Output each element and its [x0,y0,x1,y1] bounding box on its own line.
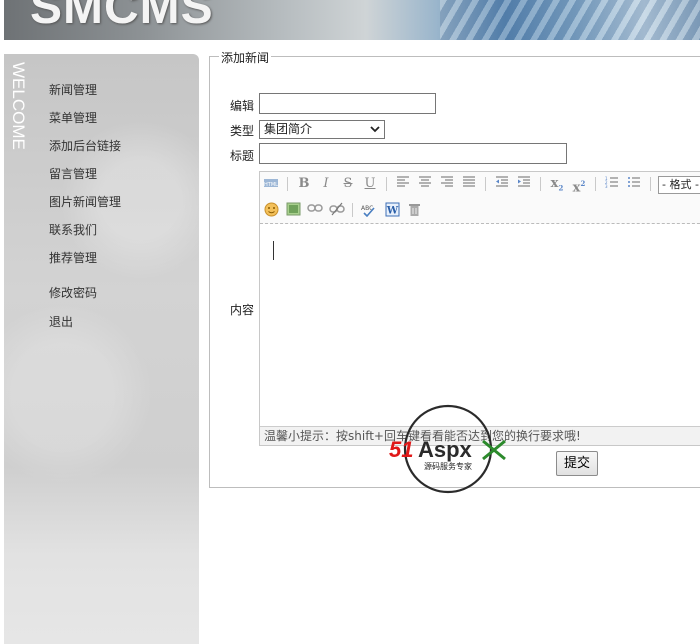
sidebar-item-photo-news[interactable]: 图片新闻管理 [49,193,121,210]
align-left-icon[interactable] [395,176,411,192]
source-icon[interactable]: HTML [263,176,279,192]
title-label: 标题 [230,149,255,163]
align-right-icon[interactable] [439,176,455,192]
bold-icon[interactable]: B [296,176,312,192]
delete-icon[interactable] [406,202,422,218]
indent-icon[interactable] [516,176,532,192]
header-banner: SMCMS [4,0,700,40]
toolbar-separator [485,177,486,191]
sidebar-item-contact[interactable]: 联系我们 [49,221,97,238]
toolbar-separator [386,177,387,191]
toolbar-separator [650,177,651,191]
sidebar-item-add-link[interactable]: 添加后台链接 [49,137,121,154]
type-select[interactable]: 集团简介 [259,120,385,139]
rich-text-editor: HTML B I S U x2 x2 1 2 3 - 格式 - ABC W 温馨… [259,171,700,446]
toolbar-separator [352,203,353,217]
editor-tip: 温馨小提示：按shift+回车键看看能否达到您的换行要求哦! [260,426,700,445]
toolbar-separator [540,177,541,191]
strikethrough-icon[interactable]: S [340,176,356,192]
emoticon-icon[interactable] [263,202,279,218]
spellcheck-icon[interactable]: ABC [360,202,376,218]
align-center-icon[interactable] [417,176,433,192]
content-edit-area[interactable] [260,225,700,428]
sidebar: WELCOME 新闻管理 菜单管理 添加后台链接 留言管理 图片新闻管理 联系我… [4,54,199,644]
type-label: 类型 [230,124,255,138]
toolbar-separator [287,177,288,191]
text-caret [273,241,274,260]
align-justify-icon[interactable] [461,176,477,192]
editor-input[interactable] [259,93,436,114]
submit-button[interactable]: 提交 [556,451,598,476]
svg-text:HTML: HTML [264,182,278,188]
italic-icon[interactable]: I [318,176,334,192]
sidebar-item-menu[interactable]: 菜单管理 [49,109,97,126]
welcome-text: WELCOME [9,62,28,150]
subscript-icon[interactable]: x2 [548,176,566,193]
sidebar-item-recommend[interactable]: 推荐管理 [49,249,97,266]
unordered-list-icon[interactable] [626,176,642,192]
editor-label: 编辑 [230,99,255,113]
chevron-down-icon [370,123,380,140]
sidebar-item-change-password[interactable]: 修改密码 [49,284,97,301]
svg-text:3: 3 [605,184,608,188]
unlink-icon[interactable] [329,202,345,218]
sidebar-item-messages[interactable]: 留言管理 [49,165,97,182]
app-logo: SMCMS [30,0,214,34]
image-icon[interactable] [285,202,301,218]
type-select-value: 集团简介 [264,122,313,136]
format-select[interactable]: - 格式 - [658,176,700,194]
fieldset-legend: 添加新闻 [219,49,272,66]
title-input[interactable] [259,143,567,164]
toolbar-separator [595,177,596,191]
paste-word-icon[interactable]: W [384,202,400,218]
sidebar-item-news[interactable]: 新闻管理 [49,81,97,98]
link-icon[interactable] [307,202,323,218]
ordered-list-icon[interactable]: 123 [604,176,620,192]
outdent-icon[interactable] [494,176,510,192]
underline-icon[interactable]: U [362,176,378,192]
content-label: 内容 [230,303,255,317]
page: SMCMS WELCOME 新闻管理 菜单管理 添加后台链接 留言管理 图片新闻… [0,0,700,644]
editor-toolbar: HTML B I S U x2 x2 1 2 3 - 格式 - ABC W [260,172,700,224]
svg-text:W: W [385,206,398,217]
superscript-icon[interactable]: x2 [570,176,588,195]
sidebar-item-logout[interactable]: 退出 [49,313,73,330]
